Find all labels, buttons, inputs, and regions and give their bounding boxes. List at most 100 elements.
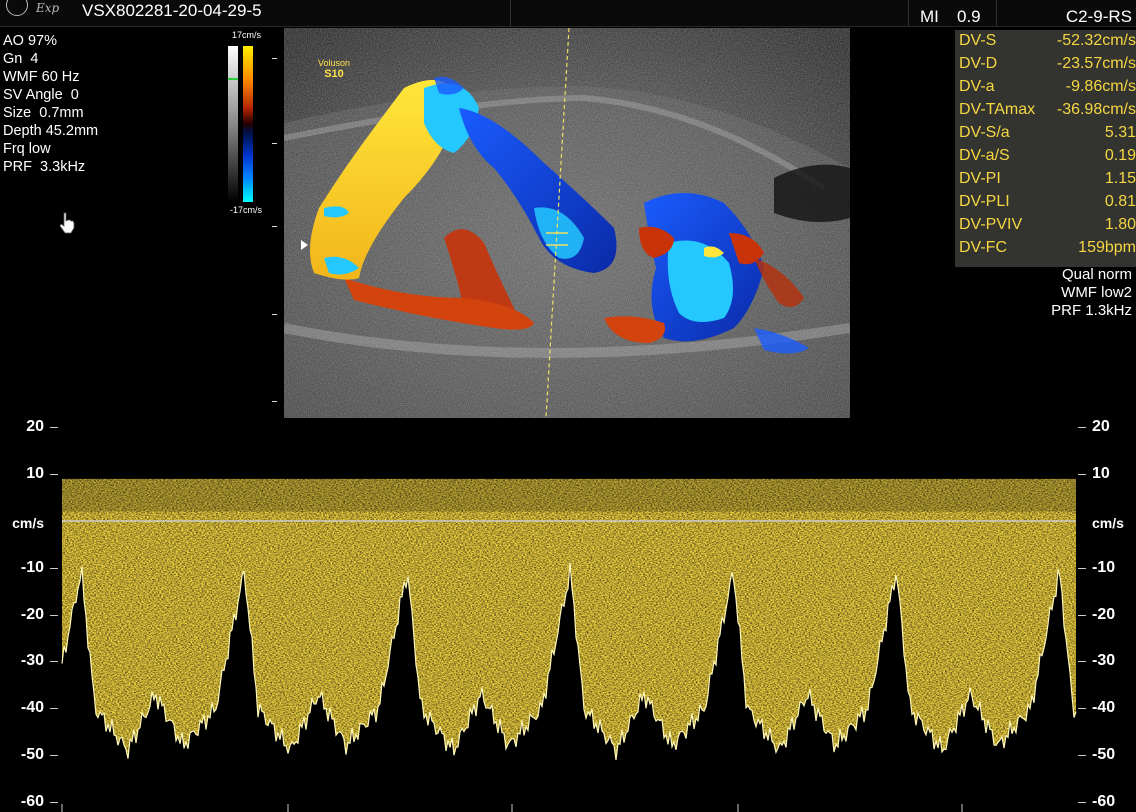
param-wmf: WMF 60 Hz bbox=[3, 69, 80, 85]
measurement-value: -23.57cm/s bbox=[1056, 55, 1136, 72]
velocity-tick-label: -30 bbox=[1092, 652, 1116, 670]
param-size: Size 0.7mm bbox=[3, 105, 84, 121]
velocity-tick-label: -40 bbox=[20, 699, 44, 717]
param-qual: Qual norm bbox=[1061, 266, 1132, 283]
velocity-tick-label: -60 bbox=[20, 792, 44, 810]
velocity-tick bbox=[50, 474, 58, 476]
measurement-label: DV-PVIV bbox=[959, 216, 1023, 233]
acquisition-params: AO 97% Gn 4 WMF 60 Hz SV Angle 0 Size 0.… bbox=[3, 32, 98, 176]
measurement-label: DV-S/a bbox=[959, 124, 1010, 141]
measurement-label: DV-S bbox=[959, 32, 997, 49]
measurement-label: DV-FC bbox=[959, 239, 1007, 256]
measurement-row: DV-a/S 0.19 bbox=[959, 146, 1136, 168]
focus-marker-icon bbox=[301, 240, 308, 250]
measurement-row: DV-S -52.32cm/s bbox=[959, 31, 1136, 53]
measurement-results: DV-S -52.32cm/s DV-D -23.57cm/s DV-a -9.86cm/… bbox=[955, 30, 1136, 267]
velocity-tick-label: 20 bbox=[1092, 418, 1110, 436]
mi-label: MI bbox=[920, 7, 939, 26]
velocity-tick bbox=[50, 801, 58, 803]
scale-min-label: -17cm/s bbox=[230, 205, 263, 215]
velocity-unit-label: cm/s bbox=[12, 515, 44, 531]
measurement-label: DV-PLI bbox=[959, 193, 1010, 210]
velocity-tick-label: -10 bbox=[1092, 558, 1116, 576]
measurement-row: DV-FC 159bpm bbox=[959, 238, 1136, 260]
depth-tick bbox=[272, 226, 277, 227]
velocity-tick bbox=[1078, 801, 1086, 803]
measurement-label: DV-a bbox=[959, 78, 995, 95]
doppler-spectrum bbox=[61, 464, 1077, 812]
measurement-label: DV-D bbox=[959, 55, 998, 72]
measurement-value: 0.81 bbox=[1104, 193, 1136, 210]
measurement-value: -36.98cm/s bbox=[1056, 101, 1136, 118]
measurement-row: DV-a -9.86cm/s bbox=[959, 77, 1136, 99]
measurement-row: DV-D -23.57cm/s bbox=[959, 54, 1136, 76]
measurement-value: 1.80 bbox=[1104, 216, 1136, 233]
velocity-tick bbox=[50, 708, 58, 710]
voluson-watermark: Voluson S10 bbox=[314, 58, 354, 80]
doppler-params: Qual norm WMF low2 PRF 1.3kHz bbox=[1051, 266, 1132, 320]
measurement-value: -52.32cm/s bbox=[1056, 32, 1136, 49]
ultrasound-image[interactable]: Voluson S10 bbox=[284, 28, 850, 418]
bmode-color-image bbox=[284, 28, 850, 418]
velocity-tick-label: -50 bbox=[1092, 746, 1116, 763]
measurement-row: DV-PI 1.15 bbox=[959, 169, 1136, 191]
velocity-tick-label: -10 bbox=[20, 558, 44, 576]
measurement-value: 159bpm bbox=[1078, 239, 1136, 256]
depth-tick bbox=[272, 143, 277, 144]
grayscale-bar bbox=[228, 46, 238, 202]
velocity-tick-label: -20 bbox=[1092, 605, 1116, 623]
velocity-tick bbox=[1078, 614, 1086, 616]
measurement-value: -9.86cm/s bbox=[1065, 78, 1136, 95]
depth-scale bbox=[270, 28, 284, 418]
measurement-row: DV-TAmax -36.98cm/s bbox=[959, 100, 1136, 122]
measurement-value: 5.31 bbox=[1104, 124, 1136, 141]
top-divider bbox=[908, 0, 909, 26]
spectrum-envelope bbox=[61, 464, 1077, 812]
top-divider bbox=[510, 0, 511, 26]
measurement-value: 0.19 bbox=[1104, 147, 1136, 164]
measurement-row: DV-PLI 0.81 bbox=[959, 192, 1136, 214]
ge-logo-icon bbox=[6, 0, 28, 16]
velocity-tick bbox=[1078, 567, 1086, 569]
velocity-tick-label: -50 bbox=[20, 746, 44, 763]
velocity-tick-label: -30 bbox=[20, 652, 44, 670]
measurement-value: 1.15 bbox=[1104, 170, 1136, 187]
spectral-doppler[interactable]: 20 20 10 10 -10 -10 -20 -20 -30 -30 -40 -40 -50 -50 -6… bbox=[0, 418, 1136, 812]
velocity-tick bbox=[50, 567, 58, 569]
param-wmf-doppler: WMF low2 bbox=[1061, 284, 1132, 301]
velocity-unit-label: cm/s bbox=[1092, 515, 1124, 531]
velocity-tick bbox=[1078, 708, 1086, 710]
velocity-tick-label: 20 bbox=[26, 418, 44, 436]
depth-tick bbox=[272, 314, 277, 315]
velocity-tick-label: 10 bbox=[26, 465, 44, 483]
param-gain: Gn 4 bbox=[3, 51, 39, 67]
measurement-label: DV-PI bbox=[959, 170, 1001, 187]
measurement-label: DV-TAmax bbox=[959, 101, 1036, 118]
mi-value: 0.9 bbox=[957, 7, 981, 26]
depth-tick bbox=[272, 401, 277, 402]
velocity-tick bbox=[1078, 755, 1086, 756]
param-frq: Frq low bbox=[3, 141, 51, 157]
scale-max-label: 17cm/s bbox=[232, 30, 262, 40]
velocity-tick bbox=[50, 614, 58, 616]
velocity-tick bbox=[1078, 661, 1086, 663]
param-ao: AO 97% bbox=[3, 33, 57, 49]
velocity-tick bbox=[50, 661, 58, 663]
velocity-tick bbox=[50, 427, 58, 429]
velocity-tick-label: -20 bbox=[20, 605, 44, 623]
measurement-row: DV-PVIV 1.80 bbox=[959, 215, 1136, 237]
measurement-label: DV-a/S bbox=[959, 147, 1010, 164]
depth-tick bbox=[272, 58, 277, 59]
velocity-tick-label: -60 bbox=[1092, 792, 1116, 810]
param-depth: Depth 45.2mm bbox=[3, 123, 99, 139]
velocity-tick-label: 10 bbox=[1092, 465, 1110, 483]
color-flow-bar bbox=[243, 46, 253, 202]
param-prf: PRF 3.3kHz bbox=[3, 159, 86, 175]
probe-label: C2-9-RS bbox=[1065, 7, 1132, 26]
velocity-tick bbox=[50, 755, 58, 756]
top-divider bbox=[996, 0, 997, 26]
velocity-tick bbox=[1078, 427, 1086, 429]
velocity-tick bbox=[1078, 474, 1086, 476]
patient-id: VSX802281-20-04-29-5 bbox=[82, 1, 262, 20]
velocity-tick-label: -40 bbox=[1092, 699, 1116, 717]
